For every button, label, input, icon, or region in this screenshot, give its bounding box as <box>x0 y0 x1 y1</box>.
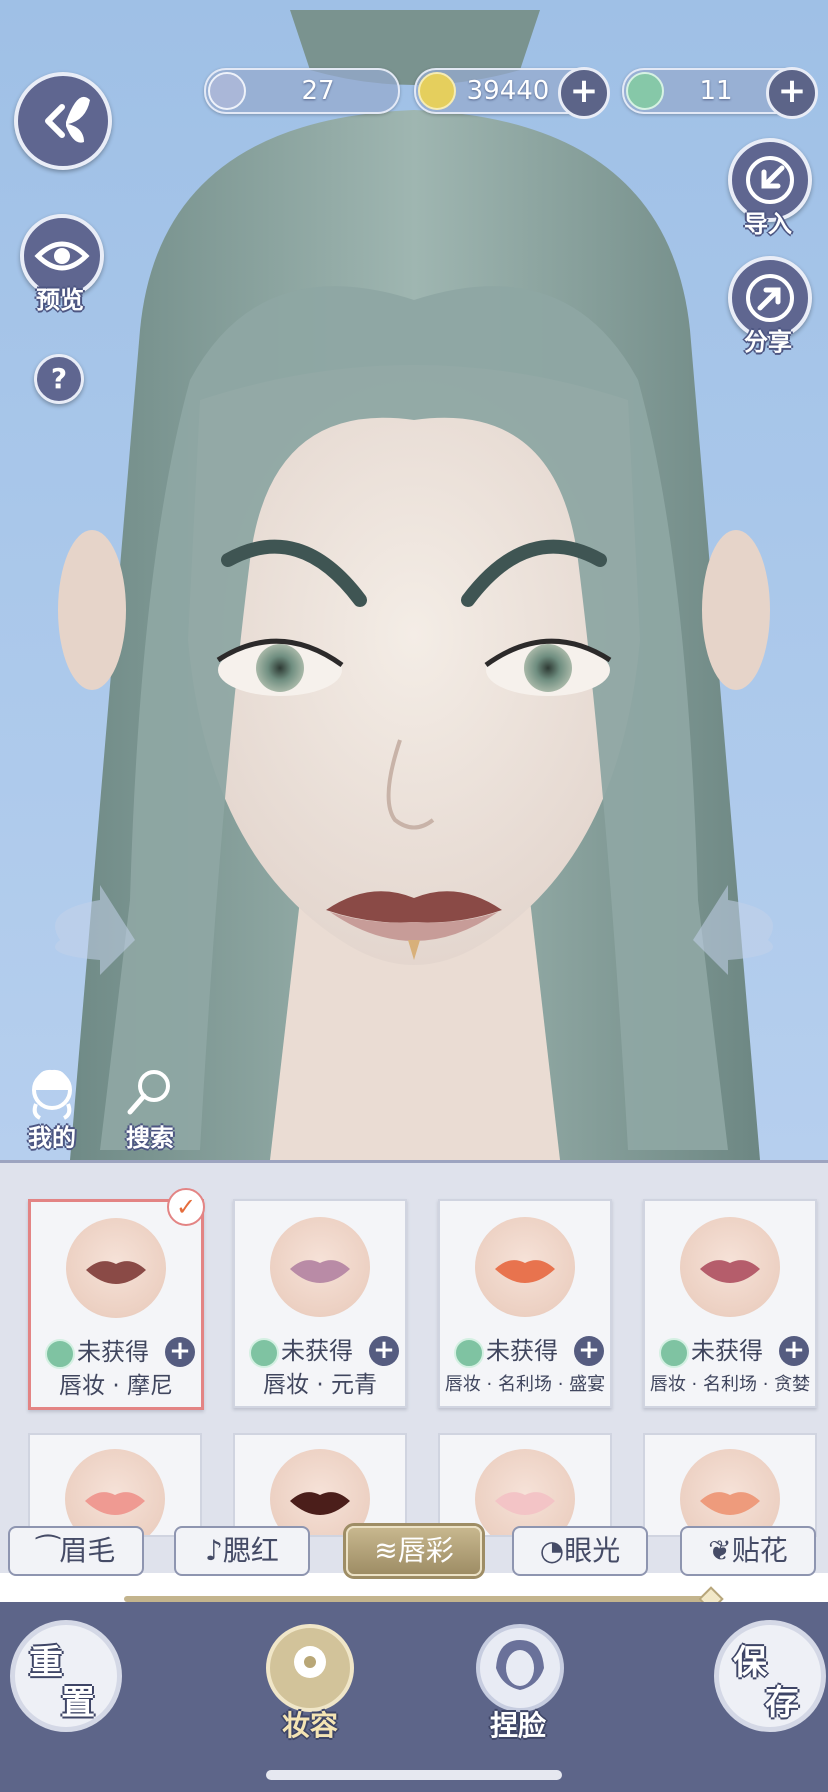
feather-count: 27 <box>301 76 335 106</box>
item-status-text: 未获得 <box>281 1337 353 1365</box>
tab-blush[interactable]: ♪腮红 <box>174 1526 310 1576</box>
bottom-bar: 重 置 妆容 捏脸 保 存 <box>0 1602 828 1792</box>
jade-icon <box>45 1339 75 1369</box>
item-status-text: 未获得 <box>77 1338 149 1366</box>
lip-swatch <box>66 1218 166 1318</box>
item-card-6[interactable] <box>233 1433 407 1537</box>
item-status-text: 未获得 <box>486 1337 558 1365</box>
item-name: 唇妆 · 摩尼 <box>59 1373 173 1399</box>
makeup-item-panel[interactable]: 未获得 + 唇妆 · 摩尼 ✓ 未获得 + 唇妆 · 元青 未获得 + 唇妆 ·… <box>0 1160 828 1573</box>
back-butterfly-icon <box>45 96 90 143</box>
tab-eye-shine[interactable]: ◔眼光 <box>512 1526 648 1576</box>
home-indicator <box>266 1770 562 1780</box>
item-card-3[interactable]: 未获得 + 唇妆 · 名利场 · 盛宴 <box>438 1199 612 1408</box>
item-card-2[interactable]: 未获得 + 唇妆 · 元青 <box>233 1199 407 1408</box>
help-icon: ? <box>50 362 68 395</box>
coin-icon <box>418 72 456 110</box>
jade-icon <box>454 1338 484 1368</box>
feather-icon <box>208 72 246 110</box>
search-label: 搜索 <box>126 1123 174 1152</box>
makeup-flower-icon <box>294 1646 326 1678</box>
lips-icon: ≋ <box>374 1534 398 1567</box>
eye-shine-icon: ◔ <box>539 1534 565 1567</box>
search-button[interactable]: 搜索 <box>120 1064 180 1152</box>
jade-icon <box>249 1338 279 1368</box>
character-model[interactable] <box>0 0 828 1160</box>
add-coins-button[interactable]: + <box>558 67 610 119</box>
coin-count: 39440 <box>466 76 550 106</box>
makeup-mode-button[interactable] <box>266 1624 354 1712</box>
item-status: 未获得 + <box>249 1335 399 1368</box>
lip-swatch <box>475 1449 575 1535</box>
reset-label-bottom: 置 <box>61 1683 95 1723</box>
item-status: 未获得 + <box>454 1335 604 1368</box>
mine-button[interactable]: 我的 <box>22 1064 82 1152</box>
help-button[interactable]: ? <box>34 354 84 404</box>
item-card-5[interactable] <box>28 1433 202 1537</box>
save-button[interactable]: 保 存 <box>714 1620 826 1732</box>
makeup-label: 妆容 <box>281 1709 338 1742</box>
tab-eyebrow[interactable]: ⁀眉毛 <box>8 1526 144 1576</box>
lip-swatch <box>270 1217 370 1317</box>
item-card-8[interactable] <box>643 1433 817 1537</box>
acquire-button[interactable]: + <box>165 1337 195 1367</box>
item-card-7[interactable] <box>438 1433 612 1537</box>
item-name: 唇妆 · 名利场 · 盛宴 <box>444 1374 606 1395</box>
item-name: 唇妆 · 名利场 · 贪婪 <box>649 1374 811 1395</box>
acquire-button[interactable]: + <box>779 1336 809 1366</box>
blush-brush-icon: ♪ <box>205 1534 223 1567</box>
mine-label: 我的 <box>28 1123 76 1152</box>
lip-swatch <box>680 1449 780 1535</box>
back-button[interactable] <box>14 72 112 170</box>
reset-label-top: 重 <box>29 1643 63 1683</box>
face-sculpt-button[interactable] <box>476 1624 564 1712</box>
item-name: 唇妆 · 元青 <box>263 1372 377 1398</box>
tab-lip-color[interactable]: ≋唇彩 <box>346 1526 482 1576</box>
jade-icon <box>659 1338 689 1368</box>
face-avatar-icon <box>496 1640 544 1690</box>
item-status: 未获得 + <box>659 1335 809 1368</box>
preview-label: 预览 <box>36 285 84 314</box>
import-label: 导入 <box>744 209 792 238</box>
face-sculpt-label: 捏脸 <box>489 1709 546 1742</box>
lip-swatch <box>270 1449 370 1535</box>
jade-icon <box>626 72 664 110</box>
lip-swatch <box>680 1217 780 1317</box>
item-status: 未获得 + <box>45 1336 195 1369</box>
jade-currency: 11 + <box>622 67 818 119</box>
selected-check-icon: ✓ <box>167 1188 205 1226</box>
lip-swatch <box>475 1217 575 1317</box>
jade-count: 11 <box>699 76 733 106</box>
girl-avatar-icon <box>32 1069 72 1120</box>
item-status-text: 未获得 <box>691 1337 763 1365</box>
share-label: 分享 <box>744 327 792 356</box>
reset-button[interactable]: 重 置 <box>10 1620 122 1732</box>
item-card-4[interactable]: 未获得 + 唇妆 · 名利场 · 贪婪 <box>643 1199 817 1408</box>
save-label-bottom: 存 <box>765 1683 799 1723</box>
eyebrow-stroke-icon: ⁀ <box>36 1534 60 1567</box>
acquire-button[interactable]: + <box>369 1336 399 1366</box>
save-label-top: 保 <box>733 1643 767 1683</box>
acquire-button[interactable]: + <box>574 1336 604 1366</box>
character-viewport[interactable]: 27 39440 + 11 + 预览 ? 导入 分享 我的 搜索 <box>0 0 828 1160</box>
lip-swatch <box>65 1449 165 1535</box>
flower-decal-icon: ❦ <box>708 1534 732 1567</box>
tab-decal[interactable]: ❦贴花 <box>680 1526 816 1576</box>
magnifier-icon <box>127 1070 170 1115</box>
item-card-1[interactable]: 未获得 + 唇妆 · 摩尼 ✓ <box>28 1188 205 1410</box>
add-jade-button[interactable]: + <box>766 67 818 119</box>
feather-currency: 27 <box>204 68 400 114</box>
coin-currency: 39440 + <box>414 67 610 119</box>
